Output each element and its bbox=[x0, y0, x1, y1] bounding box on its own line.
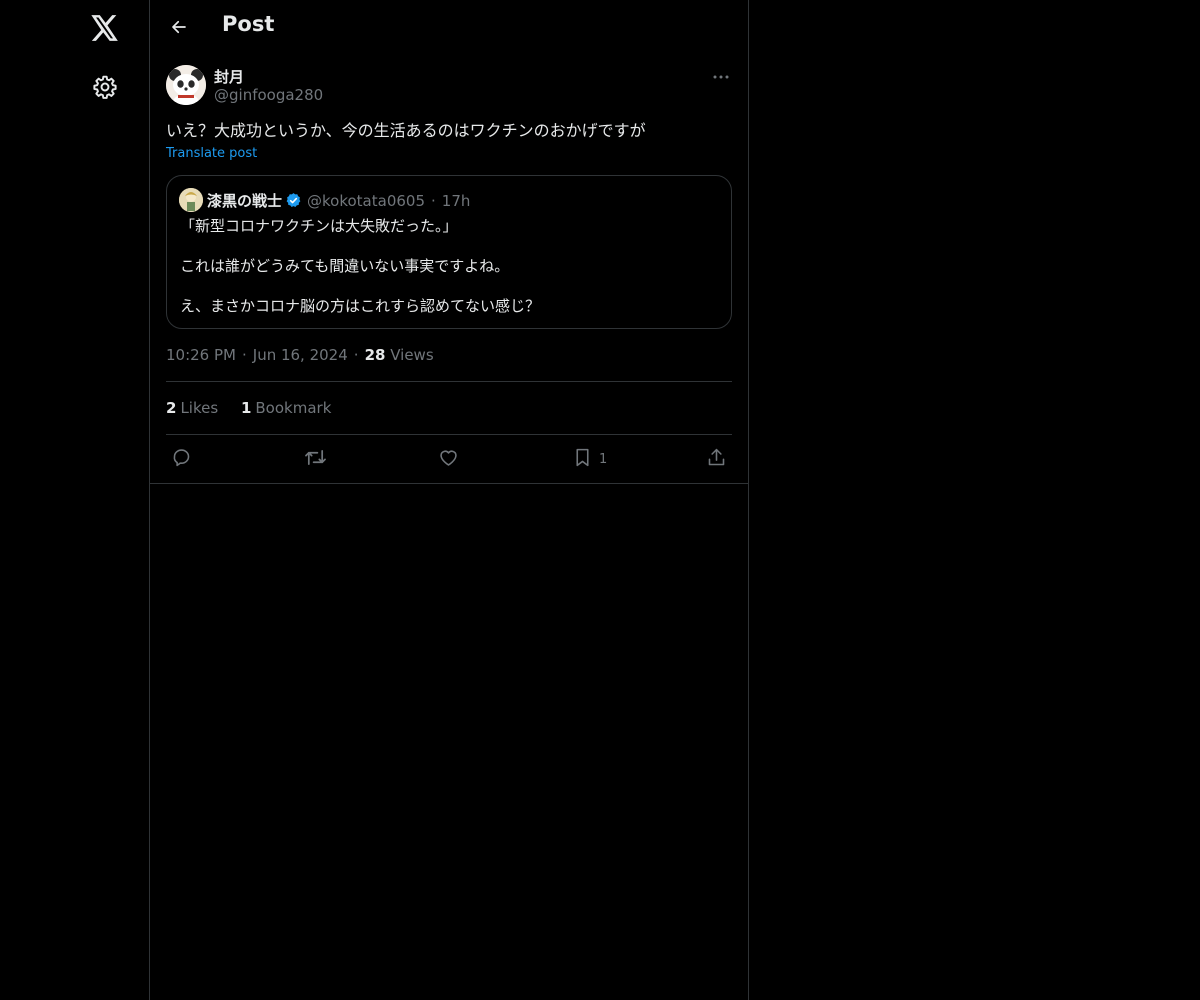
reply-icon bbox=[171, 447, 192, 472]
left-navigation bbox=[0, 0, 149, 1000]
verified-badge-icon bbox=[285, 192, 302, 209]
engagement-stats: 2 Likes 1 Bookmark bbox=[166, 399, 349, 417]
more-options-icon[interactable] bbox=[710, 66, 732, 88]
quote-text-line: え、まさかコロナ脳の方はこれすら認めてない感じ？ bbox=[180, 297, 541, 315]
share-icon bbox=[706, 447, 727, 472]
author-name[interactable]: 封月 bbox=[214, 66, 244, 87]
separator-dot: · bbox=[431, 191, 436, 210]
translate-post-link[interactable]: Translate post bbox=[166, 146, 257, 161]
reply-button[interactable] bbox=[171, 447, 192, 471]
page-header: Post bbox=[150, 0, 748, 54]
likes-stat[interactable]: 2 Likes bbox=[166, 399, 218, 417]
repost-button[interactable] bbox=[304, 447, 327, 471]
post-text: いえ？大成功というか、今の生活あるのはワクチンのおかげですが bbox=[166, 121, 646, 140]
divider bbox=[166, 381, 732, 382]
quoted-post[interactable]: 漆黒の戦士 @kokotata0605 · 17h 「新型コロナワクチンは大失敗… bbox=[166, 175, 732, 329]
repost-icon bbox=[304, 447, 327, 472]
likes-count: 2 bbox=[166, 399, 177, 417]
divider bbox=[166, 434, 732, 435]
settings-gear-icon[interactable] bbox=[89, 71, 121, 103]
page-title: Post bbox=[222, 12, 275, 36]
bookmark-count: 1 bbox=[599, 451, 608, 467]
author-handle[interactable]: @ginfooga280 bbox=[214, 86, 323, 104]
bookmark-icon bbox=[572, 447, 593, 472]
bookmarks-stat[interactable]: 1 Bookmark bbox=[241, 399, 331, 417]
post-time[interactable]: 10:26 PM bbox=[166, 346, 236, 364]
views-count: 28 bbox=[364, 346, 386, 364]
action-bar: 1 bbox=[166, 447, 732, 471]
quote-author-handle: @kokotata0605 bbox=[307, 191, 425, 210]
like-button[interactable] bbox=[438, 447, 459, 471]
quote-timestamp: 17h bbox=[441, 191, 471, 210]
quote-header: 漆黒の戦士 @kokotata0605 · 17h bbox=[207, 190, 470, 211]
share-button[interactable] bbox=[706, 447, 727, 471]
quote-author-avatar bbox=[179, 188, 203, 212]
views-label: Views bbox=[390, 346, 434, 364]
bookmark-button[interactable]: 1 bbox=[572, 447, 607, 471]
quote-author-name: 漆黒の戦士 bbox=[207, 192, 283, 210]
bookmarks-count: 1 bbox=[240, 399, 252, 417]
quote-text-line: 「新型コロナワクチンは大失敗だった。」 bbox=[180, 217, 458, 235]
back-arrow-icon[interactable] bbox=[162, 10, 196, 44]
bookmarks-label: Bookmark bbox=[255, 399, 332, 417]
main-column: Post 封月 @ginfooga280 いえ？大成功というか、今の生活あるのは… bbox=[149, 0, 749, 1000]
heart-icon bbox=[438, 447, 459, 472]
likes-label: Likes bbox=[180, 399, 219, 417]
post-bottom-border bbox=[150, 483, 748, 484]
author-avatar[interactable] bbox=[166, 65, 206, 105]
post-meta: 10:26 PM · Jun 16, 2024 · 28 Views bbox=[166, 346, 434, 364]
x-logo-icon[interactable] bbox=[89, 12, 121, 44]
quote-text-line: これは誰がどうみても間違いない事実ですよね。 bbox=[180, 257, 510, 275]
post-date[interactable]: Jun 16, 2024 bbox=[253, 346, 348, 364]
